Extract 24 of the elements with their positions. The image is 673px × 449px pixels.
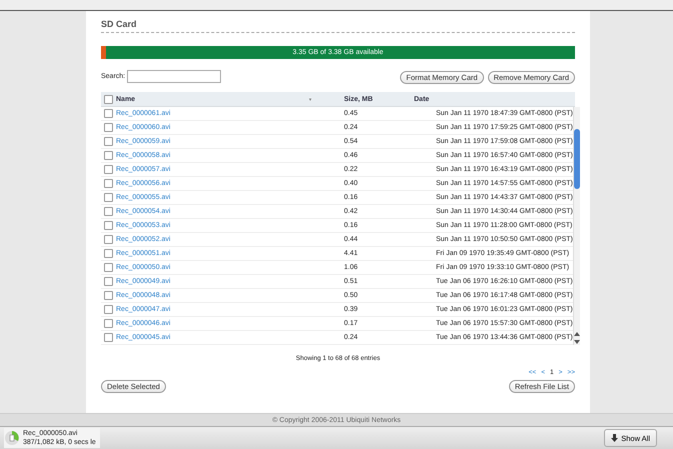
down-arrow-icon	[611, 434, 618, 442]
row-checkbox[interactable]	[104, 179, 113, 188]
row-checkbox[interactable]	[104, 165, 113, 174]
row-checkbox[interactable]	[104, 193, 113, 202]
row-checkbox[interactable]	[104, 207, 113, 216]
row-checkbox[interactable]	[104, 319, 113, 328]
row-checkbox[interactable]	[104, 291, 113, 300]
row-checkbox[interactable]	[104, 221, 113, 230]
select-all-checkbox[interactable]	[104, 94, 113, 104]
row-checkbox[interactable]	[104, 109, 113, 118]
row-checkbox[interactable]	[104, 249, 113, 258]
scroll-arrows-icon[interactable]	[574, 331, 580, 345]
row-checkbox[interactable]	[104, 137, 113, 146]
section-title: SD Card	[101, 17, 575, 33]
scrollbar[interactable]	[572, 107, 580, 345]
search-field[interactable]	[127, 70, 222, 82]
download-progress-icon	[4, 430, 20, 446]
row-checkbox[interactable]	[104, 333, 113, 342]
row-checkbox[interactable]	[104, 123, 113, 132]
row-checkbox[interactable]	[104, 305, 113, 314]
row-checkbox[interactable]	[104, 263, 113, 272]
row-checkbox[interactable]	[104, 235, 113, 244]
row-checkbox[interactable]	[104, 277, 113, 286]
row-checkbox[interactable]	[104, 151, 113, 160]
